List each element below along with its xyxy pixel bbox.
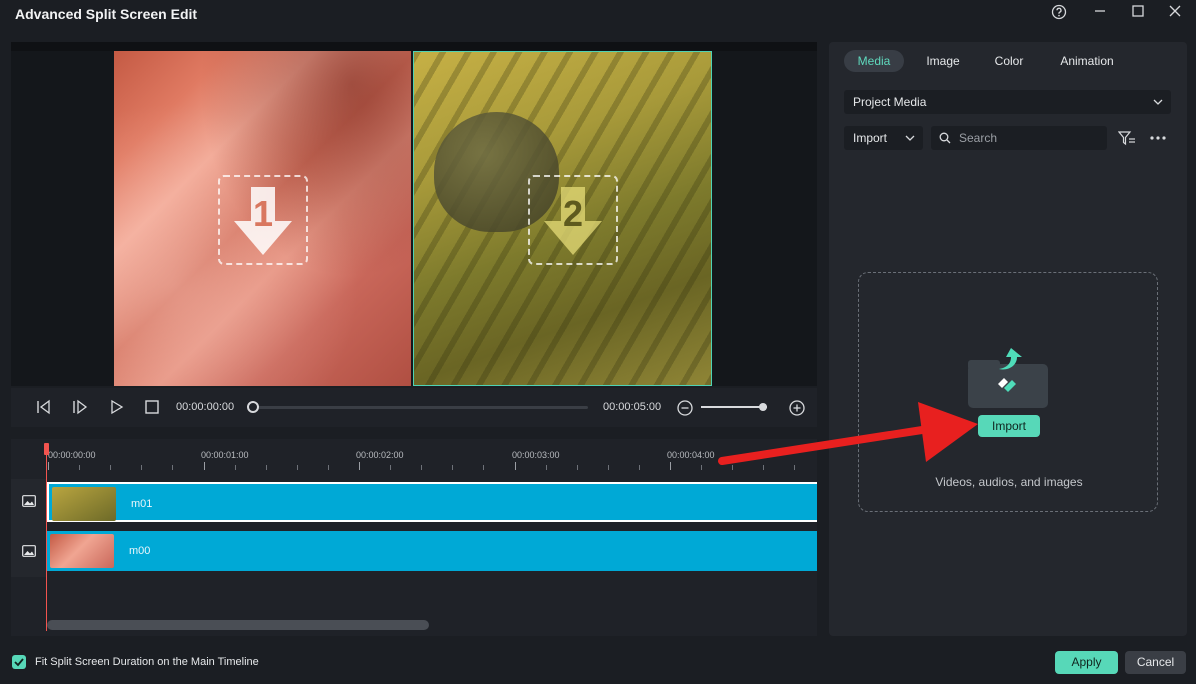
maximize-icon[interactable] (1128, 4, 1148, 24)
playback-controls: 00:00:00:00 00:00:05:00 (11, 388, 817, 427)
ruler-label: 00:00:01:00 (201, 450, 249, 460)
split-pane-1[interactable]: 1 (114, 51, 411, 386)
tab-color[interactable]: Color (979, 50, 1039, 72)
ruler-tick (452, 465, 454, 470)
ruler-tick (794, 465, 796, 470)
title-bar: Advanced Split Screen Edit (0, 0, 1196, 28)
stop-icon[interactable] (143, 398, 161, 416)
ruler-tick (763, 465, 765, 470)
clip-thumbnail (50, 534, 114, 568)
cancel-button[interactable]: Cancel (1125, 651, 1186, 674)
chevron-down-icon (905, 135, 915, 141)
ruler-tick (79, 465, 81, 470)
search-box[interactable] (931, 126, 1107, 150)
filter-icon[interactable] (1118, 131, 1136, 146)
timeline-scrollbar[interactable] (47, 620, 429, 630)
clip-name: m00 (129, 545, 151, 557)
window-title: Advanced Split Screen Edit (15, 6, 198, 22)
clip-thumbnail (52, 487, 116, 521)
import-dropdown[interactable]: Import (844, 126, 923, 150)
project-media-dropdown[interactable]: Project Media (844, 90, 1171, 114)
minimize-icon[interactable] (1090, 4, 1110, 24)
ruler-tick (732, 465, 734, 470)
tab-image[interactable]: Image (913, 50, 973, 72)
ruler-tick (327, 465, 329, 470)
play-icon[interactable] (107, 398, 125, 416)
import-dropdown-label: Import (853, 131, 888, 145)
ruler-tick (203, 462, 205, 470)
apply-button[interactable]: Apply (1055, 651, 1118, 674)
total-time: 00:00:05:00 (603, 401, 662, 413)
drop-zone-2[interactable]: 2 (528, 175, 618, 265)
more-options-icon[interactable] (1149, 135, 1167, 141)
zoom-slider[interactable] (701, 406, 767, 408)
drop-zone-number: 1 (252, 193, 274, 234)
import-button[interactable]: Import (978, 415, 1040, 437)
tab-animation[interactable]: Animation (1049, 50, 1125, 72)
ruler-tick (483, 465, 485, 470)
current-time: 00:00:00:00 (176, 401, 235, 413)
playhead[interactable] (46, 445, 47, 631)
zoom-out-icon[interactable] (676, 399, 694, 417)
ruler-tick (638, 465, 640, 470)
fit-duration-label: Fit Split Screen Duration on the Main Ti… (35, 656, 259, 668)
close-icon[interactable] (1165, 4, 1185, 24)
ruler-label: 00:00:04:00 (667, 450, 715, 460)
drop-zone-number: 2 (562, 193, 584, 234)
image-track-icon (22, 495, 36, 507)
ruler-tick (421, 465, 423, 470)
dropdown-value: Project Media (853, 95, 927, 109)
drop-area-hint: Videos, audios, and images (935, 475, 1083, 489)
ruler-tick (390, 465, 392, 470)
previous-frame-icon[interactable] (34, 398, 52, 416)
checkmark-icon (14, 658, 24, 667)
split-pane-2[interactable]: 2 (413, 51, 712, 386)
ruler-tick (141, 465, 143, 470)
scrub-handle[interactable] (247, 401, 259, 413)
fit-duration-checkbox[interactable] (12, 655, 26, 669)
ruler-tick (48, 462, 49, 470)
image-track-icon (22, 545, 36, 557)
search-icon (939, 132, 951, 144)
ruler-tick (359, 462, 360, 470)
ruler-tick (701, 465, 703, 470)
ruler-tick (110, 465, 112, 470)
tab-media[interactable]: Media (844, 50, 904, 72)
ruler-label: 00:00:03:00 (512, 450, 560, 460)
preview-letterbox (11, 42, 817, 51)
timeline-clip-m00[interactable]: m00 (47, 531, 817, 571)
ruler-tick (576, 465, 578, 470)
track-headers (11, 479, 47, 577)
clip-name: m01 (131, 498, 153, 510)
ruler-tick (265, 465, 267, 470)
ruler-tick (607, 465, 609, 470)
media-drop-area[interactable]: Import Videos, audios, and images (858, 272, 1158, 512)
ruler-tick (514, 462, 516, 470)
search-input[interactable] (959, 130, 1099, 146)
scrub-track[interactable] (254, 406, 588, 409)
ruler-tick (545, 465, 547, 470)
media-panel: Media Image Color Animation Project Medi… (829, 42, 1187, 636)
ruler-label: 00:00:00:00 (48, 450, 96, 460)
split-preview: 1 2 (11, 42, 817, 386)
ruler-tick (670, 462, 671, 470)
ruler-tick (234, 465, 236, 470)
ruler-label: 00:00:02:00 (356, 450, 404, 460)
timeline: 00:00:00:00 00:00:01:00 00:00:02:00 00:0… (11, 439, 817, 636)
next-frame-icon[interactable] (71, 398, 89, 416)
zoom-slider-handle[interactable] (759, 403, 767, 411)
drop-zone-1[interactable]: 1 (218, 175, 308, 265)
help-icon[interactable] (1049, 4, 1069, 24)
timeline-clip-m01[interactable]: m01 (47, 482, 817, 522)
zoom-in-icon[interactable] (788, 399, 806, 417)
chevron-down-icon (1153, 99, 1163, 105)
import-folder-icon (968, 348, 1048, 408)
ruler-tick (296, 465, 298, 470)
ruler-tick (172, 465, 174, 470)
